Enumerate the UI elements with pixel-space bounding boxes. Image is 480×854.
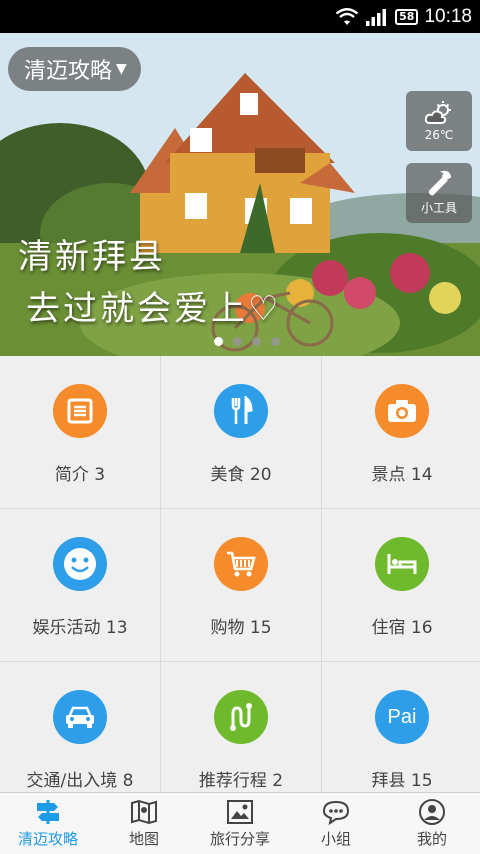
category-label: 推荐行程 2 — [198, 771, 284, 791]
bottom-nav: 清迈攻略 地图 旅行分享 小组 我的 — [0, 792, 480, 854]
category-label: 购物 15 — [210, 618, 272, 638]
battery-indicator: 58 — [395, 8, 419, 25]
temperature-label: 26℃ — [424, 127, 454, 142]
category-itinerary[interactable]: 推荐行程 2 — [161, 662, 321, 794]
category-entertainment[interactable]: 娱乐活动 13 — [0, 509, 160, 661]
clock: 10:18 — [424, 5, 472, 27]
nav-label: 小组 — [320, 829, 351, 848]
category-sights[interactable]: 景点 14 — [322, 356, 480, 508]
weather-button[interactable]: 26℃ — [406, 91, 472, 151]
nav-profile[interactable]: 我的 — [384, 793, 480, 854]
bed-icon — [375, 537, 429, 591]
wrench-icon — [429, 170, 452, 196]
category-transport[interactable]: 交通/出入境 8 — [0, 662, 160, 794]
carousel-dot[interactable] — [252, 337, 261, 346]
document-icon — [53, 384, 107, 438]
nav-guide[interactable]: 清迈攻略 — [0, 793, 96, 854]
partly-cloudy-icon — [424, 100, 451, 124]
tools-label: 小工具 — [420, 201, 457, 215]
chat-icon — [322, 800, 350, 825]
fork-knife-icon — [214, 384, 268, 438]
category-label: 简介 3 — [54, 465, 106, 485]
chevron-down-icon: ▼ — [116, 61, 127, 77]
nav-label: 旅行分享 — [209, 829, 270, 848]
smiley-icon — [53, 537, 107, 591]
city-selector[interactable]: 清迈攻略 ▼ — [8, 47, 141, 91]
camera-icon — [375, 384, 429, 438]
category-shopping[interactable]: 购物 15 — [161, 509, 321, 661]
car-icon — [53, 690, 107, 744]
category-lodging[interactable]: 住宿 16 — [322, 509, 480, 661]
route-icon — [214, 690, 268, 744]
banner-headline: 清新拜县 去过就会爱上♡ — [18, 231, 281, 335]
profile-icon — [419, 798, 445, 825]
shopping-cart-icon — [214, 537, 268, 591]
category-food[interactable]: 美食 20 — [161, 356, 321, 508]
picture-icon — [227, 799, 253, 824]
nav-label: 地图 — [128, 829, 159, 848]
banner-headline-line1: 清新拜县 — [18, 237, 166, 277]
status-bar: 58 10:18 — [0, 0, 480, 33]
nav-label: 清迈攻略 — [17, 829, 78, 848]
pai-icon: Pai — [375, 690, 429, 744]
carousel-dot[interactable] — [271, 337, 280, 346]
nav-label: 我的 — [416, 829, 447, 848]
featured-banner[interactable]: 清迈攻略 ▼ 26℃ 小工具 清新拜县 去过就会爱上♡ — [0, 33, 480, 356]
nav-share[interactable]: 旅行分享 — [192, 793, 288, 854]
category-label: 美食 20 — [210, 465, 272, 485]
category-label: 景点 14 — [371, 465, 433, 485]
banner-headline-line2: 去过就会爱上♡ — [26, 289, 282, 329]
city-selector-label: 清迈攻略 — [24, 59, 113, 84]
category-label: 交通/出入境 8 — [26, 771, 134, 791]
carousel-dot[interactable] — [214, 337, 223, 346]
category-label: 娱乐活动 13 — [32, 618, 128, 638]
map-icon — [131, 799, 157, 824]
signal-icon — [366, 8, 387, 26]
carousel-indicator — [214, 337, 280, 346]
carousel-dot[interactable] — [233, 337, 242, 346]
tools-button[interactable]: 小工具 — [406, 163, 472, 223]
pai-icon-text: Pai — [387, 705, 417, 728]
nav-groups[interactable]: 小组 — [288, 793, 384, 854]
signpost-icon — [37, 799, 59, 824]
category-grid: 简介 3 美食 20 景点 14 娱乐活动 13 购物 15 住宿 16 交通/… — [0, 356, 480, 794]
wifi-icon — [335, 7, 359, 25]
category-label: 住宿 16 — [371, 618, 433, 638]
nav-map[interactable]: 地图 — [96, 793, 192, 854]
category-intro[interactable]: 简介 3 — [0, 356, 160, 508]
category-pai[interactable]: Pai 拜县 15 — [322, 662, 480, 794]
category-label: 拜县 15 — [371, 771, 433, 791]
